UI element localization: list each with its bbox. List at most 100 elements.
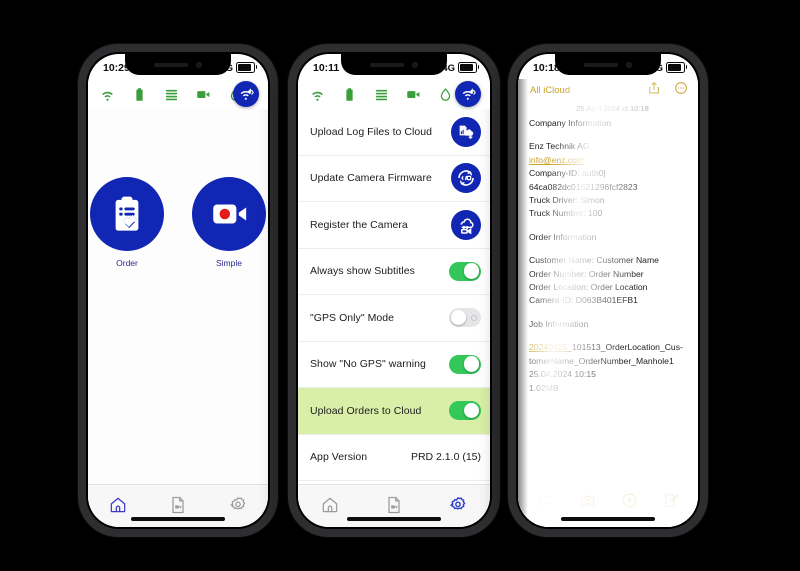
notes-header: All iCloud bbox=[518, 79, 698, 101]
phone-1-home-screen: 10:29 4G bbox=[78, 44, 278, 537]
note-line: Enz Technik AG bbox=[529, 141, 590, 152]
phone-1-screen: 10:29 4G bbox=[88, 54, 268, 527]
row-label: Show "No GPS" warning bbox=[310, 358, 426, 371]
note-file-link[interactable]: 20240425 bbox=[529, 342, 567, 352]
mode-tiles: Order Simple bbox=[88, 177, 268, 268]
note-spacer bbox=[529, 244, 688, 254]
settings-row-app-version: App Version PRD 2.1.0 (15) bbox=[298, 434, 490, 481]
app-version-value: PRD 2.1.0 (15) bbox=[410, 451, 481, 464]
wifi-sync-icon[interactable] bbox=[233, 81, 259, 107]
settings-row-show-no-gps-warning[interactable]: Show "No GPS" warning bbox=[298, 341, 490, 388]
note-line: Order Location: Order Location bbox=[529, 282, 648, 293]
upload-log-cloud-icon[interactable] bbox=[451, 116, 481, 147]
battery-status-icon[interactable] bbox=[132, 87, 147, 102]
more-circle-icon[interactable] bbox=[674, 81, 688, 100]
front-camera-icon bbox=[626, 61, 632, 68]
battery-icon bbox=[236, 62, 257, 73]
tab-home[interactable] bbox=[313, 492, 347, 518]
note-filename-rest: _101513_OrderLocation_Cus- bbox=[567, 342, 683, 353]
phone-2-green-toolbar bbox=[298, 79, 490, 109]
clipboard-check-icon[interactable] bbox=[90, 177, 164, 251]
battery-icon bbox=[666, 62, 687, 73]
camera-icon[interactable] bbox=[579, 492, 596, 514]
notes-app: All iCloud 25 April 2024 ct 10:18 Compan… bbox=[518, 79, 698, 527]
note-date: 25 April 2024 ct 10:18 bbox=[576, 104, 649, 113]
wifi-sync-icon[interactable] bbox=[455, 81, 481, 107]
phone-1-notch bbox=[125, 54, 231, 75]
front-camera-icon bbox=[196, 61, 202, 68]
water-drop-icon[interactable] bbox=[438, 87, 453, 102]
simple-mode-tile[interactable]: Simple bbox=[192, 177, 266, 268]
share-icon[interactable] bbox=[647, 81, 661, 100]
tab-settings[interactable] bbox=[441, 492, 475, 518]
front-camera-icon bbox=[412, 61, 418, 68]
note-line: 1.02MB bbox=[529, 382, 559, 393]
phone-2-settings-screen: 10:11 4G Upload Log Files to Cloud Updat… bbox=[288, 44, 500, 537]
tab-documents[interactable] bbox=[377, 492, 411, 518]
battery-status-icon[interactable] bbox=[342, 87, 357, 102]
note-line: Order Information bbox=[529, 231, 597, 242]
settings-row-register-camera[interactable]: Register the Camera bbox=[298, 202, 490, 249]
compose-icon[interactable] bbox=[663, 492, 680, 514]
settings-row-upload-logs[interactable]: Upload Log Files to Cloud bbox=[298, 109, 490, 156]
note-spacer bbox=[529, 221, 688, 231]
phone-2-bezel: 10:11 4G Upload Log Files to Cloud Updat… bbox=[296, 52, 492, 529]
earpiece-speaker bbox=[154, 62, 188, 67]
note-line: Company-ID: auth0| bbox=[529, 168, 606, 179]
home-indicator bbox=[347, 517, 441, 521]
video-record-icon[interactable] bbox=[192, 177, 266, 251]
row-label: Upload Orders to Cloud bbox=[310, 404, 422, 417]
video-camera-icon[interactable] bbox=[196, 87, 211, 102]
tab-settings[interactable] bbox=[221, 492, 255, 518]
note-line: Order Number: Order Number bbox=[529, 268, 644, 279]
notes-header-actions bbox=[647, 81, 688, 100]
note-content[interactable]: 25 April 2024 ct 10:18 Company Informati… bbox=[518, 101, 698, 485]
phone-1-green-toolbar bbox=[88, 79, 268, 109]
wifi-icon[interactable] bbox=[100, 87, 115, 102]
note-spacer bbox=[529, 130, 688, 140]
settings-row-always-show-subtitles[interactable]: Always show Subtitles bbox=[298, 248, 490, 295]
note-spacer bbox=[529, 308, 688, 318]
toggle-gps-only-mode[interactable] bbox=[449, 308, 481, 328]
back-to-all-icloud-button[interactable]: All iCloud bbox=[530, 85, 570, 96]
row-label: Update Camera Firmware bbox=[310, 172, 432, 185]
tab-documents[interactable] bbox=[161, 492, 195, 518]
simple-tile-label: Simple bbox=[216, 258, 242, 268]
home-indicator bbox=[561, 517, 655, 521]
firmware-update-icon[interactable] bbox=[451, 163, 481, 194]
row-label: Register the Camera bbox=[310, 218, 408, 231]
settings-row-update-firmware[interactable]: Update Camera Firmware bbox=[298, 155, 490, 202]
wifi-icon[interactable] bbox=[310, 87, 325, 102]
phone-3-screen: 10:18 4G All iCloud bbox=[518, 54, 698, 527]
note-line: Camera-ID: D063B401EFB1 bbox=[529, 295, 638, 306]
list-icon[interactable] bbox=[374, 87, 389, 102]
settings-row-upload-orders-to-cloud[interactable]: Upload Orders to Cloud bbox=[298, 388, 490, 435]
phone-1-home-body: Order Simple bbox=[88, 109, 268, 484]
row-label: Always show Subtitles bbox=[310, 265, 415, 278]
earpiece-speaker bbox=[584, 62, 618, 67]
toggle-show-no-gps-warning[interactable] bbox=[449, 354, 481, 374]
note-line: Truck Driver: Simon bbox=[529, 195, 605, 206]
toggle-always-show-subtitles[interactable] bbox=[449, 261, 481, 281]
home-indicator bbox=[131, 517, 225, 521]
note-line: Truck Number: 100 bbox=[529, 208, 603, 219]
cloud-camera-register-icon[interactable] bbox=[451, 209, 481, 240]
video-camera-icon[interactable] bbox=[406, 87, 421, 102]
toggle-upload-orders-to-cloud[interactable] bbox=[449, 401, 481, 421]
phone-1-bezel: 10:29 4G bbox=[86, 52, 270, 529]
list-icon[interactable] bbox=[164, 87, 179, 102]
checklist-icon[interactable] bbox=[537, 492, 554, 514]
settings-list: Upload Log Files to Cloud Update Camera … bbox=[298, 109, 490, 484]
note-filename-line: 20240425_101513_OrderLocation_Cus- bbox=[529, 341, 688, 354]
markup-icon[interactable] bbox=[621, 492, 638, 514]
status-time: 10:11 bbox=[313, 61, 340, 74]
phone-2-screen: 10:11 4G Upload Log Files to Cloud Updat… bbox=[298, 54, 490, 527]
battery-icon bbox=[458, 62, 479, 73]
note-line: Customer Name: Customer Name bbox=[529, 255, 659, 266]
note-line: tomerName_OrderNumber_Manhole1 bbox=[529, 355, 674, 366]
note-email-link[interactable]: info@enz.com bbox=[529, 154, 688, 167]
tab-home[interactable] bbox=[101, 492, 135, 518]
order-mode-tile[interactable]: Order bbox=[90, 177, 164, 268]
phone-3-notch bbox=[555, 54, 661, 75]
settings-row-gps-only-mode[interactable]: "GPS Only" Mode bbox=[298, 295, 490, 342]
